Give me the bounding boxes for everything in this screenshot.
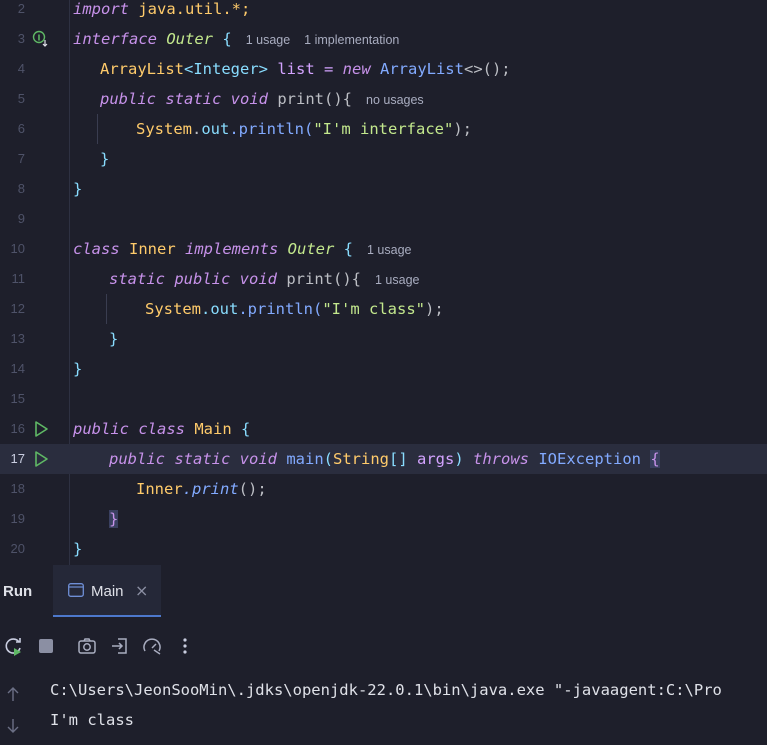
line-number: 18 — [10, 481, 25, 496]
line-number: 8 — [17, 181, 25, 196]
code-line[interactable]: 16 public class Main { — [0, 414, 767, 444]
code-line[interactable]: 6 System.out.println("I'm interface"); — [0, 114, 767, 144]
line-number: 20 — [10, 541, 25, 556]
line-number: 3 — [17, 31, 25, 46]
line-number: 10 — [10, 241, 25, 256]
implementation-hint[interactable]: 1 implementation — [304, 33, 399, 47]
close-tab-button[interactable]: × — [135, 581, 148, 600]
code-editor[interactable]: 2 import java.util.*; 3 I interface Oute… — [0, 0, 767, 565]
line-number: 17 — [10, 451, 25, 466]
code-line[interactable]: 11 static public void print(){1 usage — [0, 264, 767, 294]
profiler-icon[interactable] — [142, 636, 162, 656]
line-number: 14 — [10, 361, 25, 376]
code-line[interactable]: 5 public static void print(){no usages — [0, 84, 767, 114]
indent-guide — [97, 114, 98, 144]
code-line[interactable]: 4 ArrayList<Integer> list = new ArrayLis… — [0, 54, 767, 84]
code-line[interactable]: 14 } — [0, 354, 767, 384]
code-line[interactable]: 12 System.out.println("I'm class"); — [0, 294, 767, 324]
run-panel-header: Run Main × — [0, 565, 767, 617]
line-number: 11 — [11, 271, 26, 286]
line-number: 15 — [10, 391, 25, 406]
console-output-line: I'm class — [50, 711, 134, 729]
line-number: 19 — [10, 511, 25, 526]
line-number: 6 — [17, 121, 25, 136]
line-number: 12 — [10, 301, 25, 316]
matched-brace: { — [650, 450, 660, 468]
rerun-icon[interactable] — [4, 636, 24, 656]
line-number: 9 — [17, 211, 25, 226]
usage-hint[interactable]: 1 usage — [367, 243, 411, 257]
run-icon[interactable] — [32, 450, 50, 468]
stop-icon[interactable] — [36, 636, 56, 656]
code-line[interactable]: 7 } — [0, 144, 767, 174]
code-line[interactable]: 9 — [0, 204, 767, 234]
line-number: 13 — [10, 331, 25, 346]
code-line[interactable]: 20 } — [0, 534, 767, 564]
code-line[interactable]: 19 } — [0, 504, 767, 534]
code-line[interactable]: 3 I interface Outer {1 usage 1 implementa… — [0, 24, 767, 54]
svg-text:I: I — [38, 34, 41, 43]
run-tab-label: Main — [91, 583, 124, 600]
line-number: 2 — [17, 1, 25, 16]
matched-brace: } — [109, 510, 119, 528]
implemented-interface-icon[interactable]: I — [32, 30, 50, 48]
code-line[interactable]: 18 Inner.print(); — [0, 474, 767, 504]
code-line[interactable]: 2 import java.util.*; — [0, 0, 767, 24]
line-number: 7 — [17, 151, 25, 166]
run-icon[interactable] — [32, 420, 50, 438]
usage-hint[interactable]: no usages — [366, 93, 424, 107]
code-line-current[interactable]: 17 public static void main(String[] args… — [0, 444, 767, 474]
camera-icon[interactable] — [77, 636, 97, 656]
more-options-icon[interactable] — [175, 636, 195, 656]
restore-layout-icon[interactable] — [110, 636, 130, 656]
line-number: 5 — [17, 91, 25, 106]
console-icon — [68, 583, 84, 597]
line-number: 16 — [10, 421, 25, 436]
indent-guide — [106, 294, 107, 324]
code-line[interactable]: 8 } — [0, 174, 767, 204]
usage-hint[interactable]: 1 usage — [375, 273, 419, 287]
run-tab-main[interactable]: Main × — [53, 565, 161, 617]
code-line[interactable]: 15 — [0, 384, 767, 414]
usage-hint[interactable]: 1 usage — [246, 33, 290, 47]
scroll-up-icon[interactable] — [4, 685, 22, 703]
line-number: 4 — [17, 61, 25, 76]
code-line[interactable]: 10 class Inner implements Outer {1 usage — [0, 234, 767, 264]
console-command-line: C:\Users\JeonSooMin\.jdks\openjdk-22.0.1… — [50, 681, 722, 699]
console-output[interactable]: C:\Users\JeonSooMin\.jdks\openjdk-22.0.1… — [0, 665, 767, 745]
run-panel-title: Run — [3, 583, 33, 600]
run-toolbar — [0, 630, 767, 662]
scroll-down-icon[interactable] — [4, 717, 22, 735]
code-line[interactable]: 13 } — [0, 324, 767, 354]
